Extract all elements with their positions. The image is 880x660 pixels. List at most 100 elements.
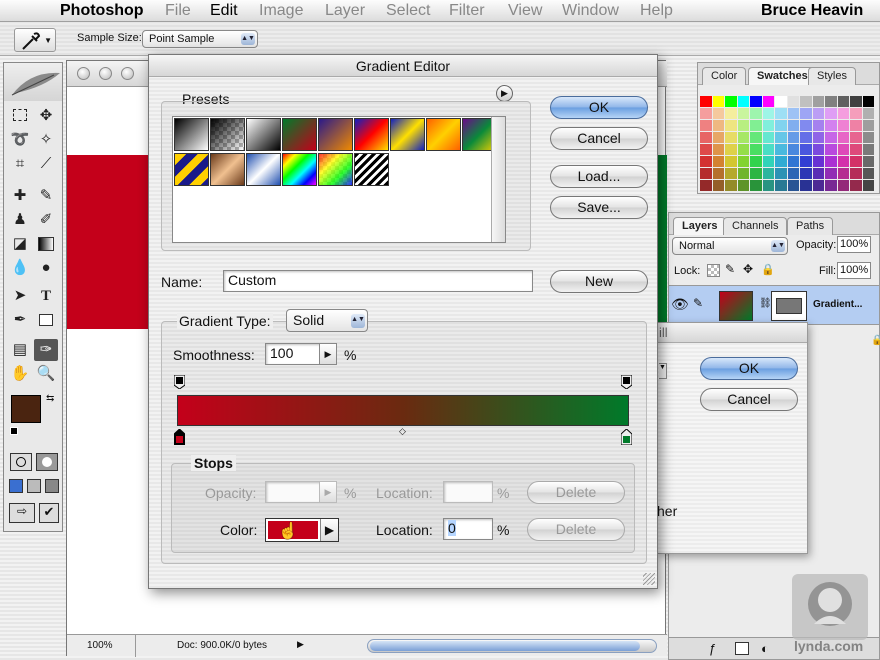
dodge-tool-icon[interactable]: ● xyxy=(34,257,58,279)
menu-help[interactable]: Help xyxy=(640,2,673,20)
fill-ok-button[interactable]: OK xyxy=(700,357,798,380)
swatch[interactable] xyxy=(775,108,787,119)
swatch[interactable] xyxy=(800,156,812,167)
swatch[interactable] xyxy=(775,132,787,143)
preset-blue-yellow-blue[interactable] xyxy=(390,118,425,151)
swatch[interactable] xyxy=(725,144,737,155)
swatch[interactable] xyxy=(725,168,737,179)
layer-row[interactable]: 👁 ✎ ⛓ Gradient... xyxy=(669,285,879,325)
save-button[interactable]: Save... xyxy=(550,196,648,219)
swatch[interactable] xyxy=(750,108,762,119)
preset-custom-active[interactable] xyxy=(282,118,317,151)
swatch[interactable] xyxy=(837,144,849,155)
sample-size-select[interactable]: Point Sample ▲▼ xyxy=(142,30,258,48)
swatch[interactable] xyxy=(762,132,774,143)
swatch[interactable] xyxy=(825,132,837,143)
swatch[interactable] xyxy=(787,156,799,167)
preset-copper[interactable] xyxy=(210,153,245,186)
swatch[interactable] xyxy=(750,96,762,107)
swatch[interactable] xyxy=(762,180,774,191)
color-delete-button[interactable]: Delete xyxy=(527,518,625,541)
screen-mode-full-icon[interactable] xyxy=(45,479,59,493)
default-colors-icon[interactable] xyxy=(10,427,18,435)
swatch[interactable] xyxy=(850,108,862,119)
path-selection-icon[interactable]: ➤ xyxy=(8,285,32,307)
tab-styles[interactable]: Styles xyxy=(808,67,856,85)
move-tool-icon[interactable]: ✥ xyxy=(34,105,58,127)
smoothness-stepper[interactable]: ▶ xyxy=(319,343,337,365)
stop-opacity-field[interactable] xyxy=(265,481,321,503)
preset-white-black[interactable] xyxy=(246,118,281,151)
swatch[interactable] xyxy=(700,120,712,131)
menu-select[interactable]: Select xyxy=(386,2,430,20)
menu-image[interactable]: Image xyxy=(259,2,303,20)
swatch[interactable] xyxy=(750,144,762,155)
swatch[interactable] xyxy=(700,168,712,179)
swatch[interactable] xyxy=(775,180,787,191)
check-icon[interactable]: ✔ xyxy=(39,503,59,523)
status-menu-icon[interactable]: ▶ xyxy=(297,639,304,650)
fill-contents-select[interactable]: ▼ xyxy=(659,363,667,379)
swatch[interactable] xyxy=(750,180,762,191)
crop-tool-icon[interactable]: ⌗ xyxy=(8,153,32,175)
swatch[interactable] xyxy=(700,180,712,191)
swatch[interactable] xyxy=(812,180,824,191)
swatch[interactable] xyxy=(762,156,774,167)
swatch[interactable] xyxy=(700,132,712,143)
opacity-stop-right[interactable] xyxy=(621,375,632,389)
swatch[interactable] xyxy=(812,144,824,155)
preset-yellow-violet[interactable] xyxy=(174,153,209,186)
swatch[interactable] xyxy=(725,96,737,107)
swatch[interactable] xyxy=(800,108,812,119)
swap-colors-icon[interactable]: ⇆ xyxy=(46,393,54,404)
swatch[interactable] xyxy=(800,180,812,191)
pen-tool-icon[interactable]: ✒ xyxy=(8,309,32,331)
swatch[interactable] xyxy=(800,144,812,155)
menu-layer[interactable]: Layer xyxy=(325,2,365,20)
screen-mode-standard-icon[interactable] xyxy=(9,479,23,493)
color-location-field[interactable]: 0 xyxy=(443,518,493,540)
menu-filter[interactable]: Filter xyxy=(449,2,485,20)
swatch[interactable] xyxy=(787,168,799,179)
swatch[interactable] xyxy=(825,156,837,167)
foreground-color-swatch[interactable] xyxy=(11,395,41,423)
swatch[interactable] xyxy=(725,132,737,143)
swatch[interactable] xyxy=(837,96,849,107)
preset-violet-orange[interactable] xyxy=(318,118,353,151)
doc-info[interactable]: Doc: 900.0K/0 bytes xyxy=(177,640,267,651)
swatch[interactable] xyxy=(837,120,849,131)
tab-swatches[interactable]: Swatches xyxy=(748,67,817,85)
lasso-tool-icon[interactable]: ➰ xyxy=(8,129,32,151)
swatch[interactable] xyxy=(800,132,812,143)
tab-paths[interactable]: Paths xyxy=(787,217,834,235)
eraser-tool-icon[interactable]: ◪ xyxy=(8,233,32,255)
tab-layers[interactable]: Layers xyxy=(673,217,727,235)
clone-stamp-icon[interactable]: ♟ xyxy=(8,209,32,231)
swatch[interactable] xyxy=(750,156,762,167)
healing-brush-icon[interactable]: ✚ xyxy=(8,185,32,207)
smoothness-field[interactable]: 100 xyxy=(265,343,321,365)
load-button[interactable]: Load... xyxy=(550,165,648,188)
presets-menu-icon[interactable]: ▶ xyxy=(496,85,513,102)
swatch[interactable] xyxy=(837,156,849,167)
swatch[interactable] xyxy=(750,120,762,131)
swatch[interactable] xyxy=(850,144,862,155)
swatch[interactable] xyxy=(862,144,874,155)
swatch[interactable] xyxy=(850,168,862,179)
new-button[interactable]: New xyxy=(550,270,648,293)
swatch[interactable] xyxy=(775,120,787,131)
swatch[interactable] xyxy=(725,120,737,131)
add-mask-icon[interactable] xyxy=(735,642,749,655)
opacity-location-field[interactable] xyxy=(443,481,493,503)
swatch[interactable] xyxy=(825,144,837,155)
zoom-icon[interactable] xyxy=(121,67,134,80)
close-icon[interactable] xyxy=(77,67,90,80)
hand-tool-icon[interactable]: ✋ xyxy=(8,363,32,385)
swatch[interactable] xyxy=(712,108,724,119)
preset-transparent-stripes[interactable] xyxy=(354,153,389,186)
zoom-level[interactable]: 100% xyxy=(87,640,113,651)
menu-view[interactable]: View xyxy=(508,2,542,20)
swatch[interactable] xyxy=(850,96,862,107)
preset-orange-yellow-orange[interactable] xyxy=(426,118,461,151)
swatch[interactable] xyxy=(737,156,749,167)
